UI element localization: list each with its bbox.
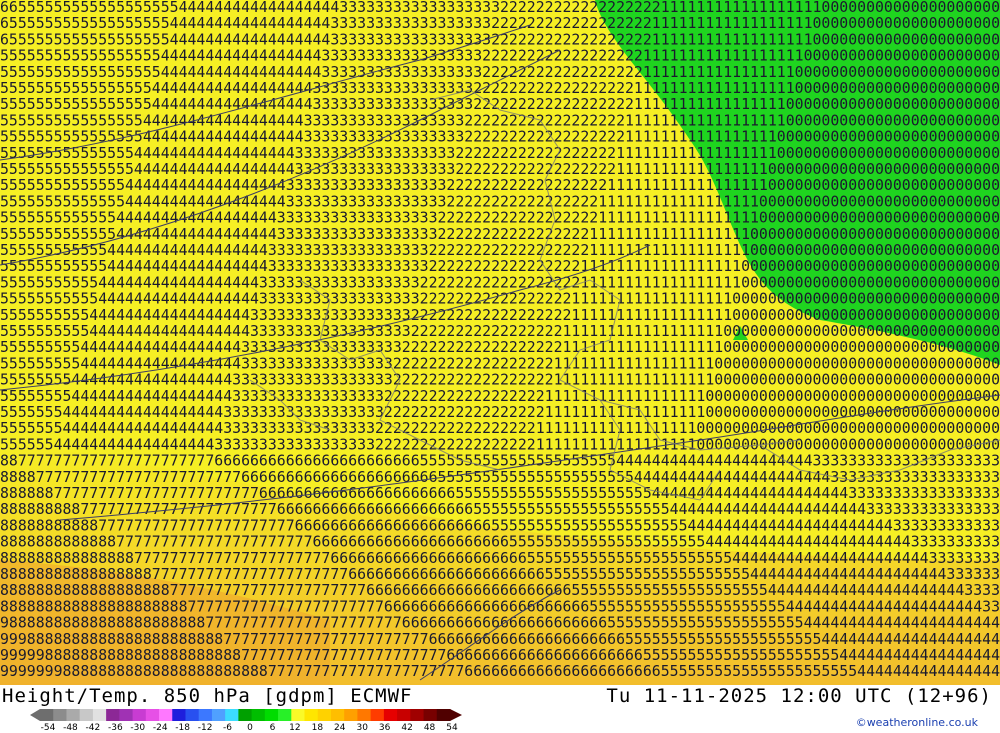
legend-swatch [397, 709, 411, 721]
legend-swatch [436, 709, 451, 721]
legend-tick-label: -6 [223, 723, 233, 733]
legend-swatch [330, 709, 345, 721]
legend-tick-label: -48 [63, 723, 78, 733]
legend-tick-label: 30 [356, 723, 368, 733]
legend-right-arrow [450, 709, 462, 721]
legend-swatch [370, 709, 385, 721]
legend-tick-label: -36 [107, 723, 123, 733]
legend-tick-label: 48 [423, 723, 436, 733]
legend-swatch [172, 709, 186, 721]
legend-swatch [106, 709, 120, 721]
legend-swatch [291, 709, 306, 721]
legend-tick-label: 54 [446, 723, 458, 733]
legend-tick-label: 0 [247, 723, 253, 733]
legend-swatch [119, 709, 134, 721]
legend-tick-label: 18 [311, 723, 324, 733]
weather-map: 6655555555555555555544444444444444444433… [0, 0, 1000, 685]
legend-tick-label: -12 [197, 723, 213, 733]
legend-tick-label: -30 [130, 723, 146, 733]
legend-swatch [238, 709, 253, 721]
legend-tick-label: -42 [85, 723, 101, 733]
map-title: Height/Temp. 850 hPa [gdpm] ECMWF [2, 685, 413, 707]
legend-swatch [66, 709, 81, 721]
legend-swatch [132, 709, 147, 721]
legend-tick-label: 24 [334, 723, 346, 733]
temperature-digit-grid: 6655555555555555555544444444444444444433… [0, 0, 1000, 680]
legend-swatch [198, 709, 213, 721]
legend-tick-label: -18 [175, 723, 191, 733]
legend-swatch [317, 709, 332, 721]
legend-tick-label: -24 [152, 723, 168, 733]
legend-swatch [278, 709, 292, 721]
legend-tick-label: -54 [40, 723, 56, 733]
legend-tick-label: 36 [378, 723, 391, 733]
legend-tick-label: 42 [401, 723, 413, 733]
legend-swatch [410, 709, 425, 721]
legend-swatch [251, 709, 266, 721]
legend-swatch [185, 709, 200, 721]
legend-swatch [304, 709, 319, 721]
legend-swatch [211, 709, 226, 721]
legend-tick-label: 6 [269, 723, 276, 733]
valid-time: Tu 11-11-2025 12:00 UTC (12+96) [606, 685, 992, 707]
legend-swatch [423, 709, 438, 721]
legend-swatch [145, 709, 160, 721]
legend-swatch [92, 709, 107, 721]
legend-swatch [383, 709, 398, 721]
legend-swatch [53, 709, 67, 721]
legend-swatch [40, 709, 54, 721]
legend-swatch [159, 709, 173, 721]
legend-tick-label: 12 [289, 723, 301, 733]
legend-left-arrow [30, 709, 40, 721]
legend-swatch [344, 709, 358, 721]
credit-link[interactable]: ©weatheronline.co.uk [856, 716, 978, 729]
legend-swatch [357, 709, 372, 721]
legend-swatch [264, 709, 279, 721]
legend-swatch [225, 709, 239, 721]
digit-row: 9999999888888888888888888888887777777777… [0, 662, 1000, 680]
map-footer: Height/Temp. 850 hPa [gdpm] ECMWF Tu 11-… [0, 685, 1000, 733]
legend-swatch [79, 709, 94, 721]
